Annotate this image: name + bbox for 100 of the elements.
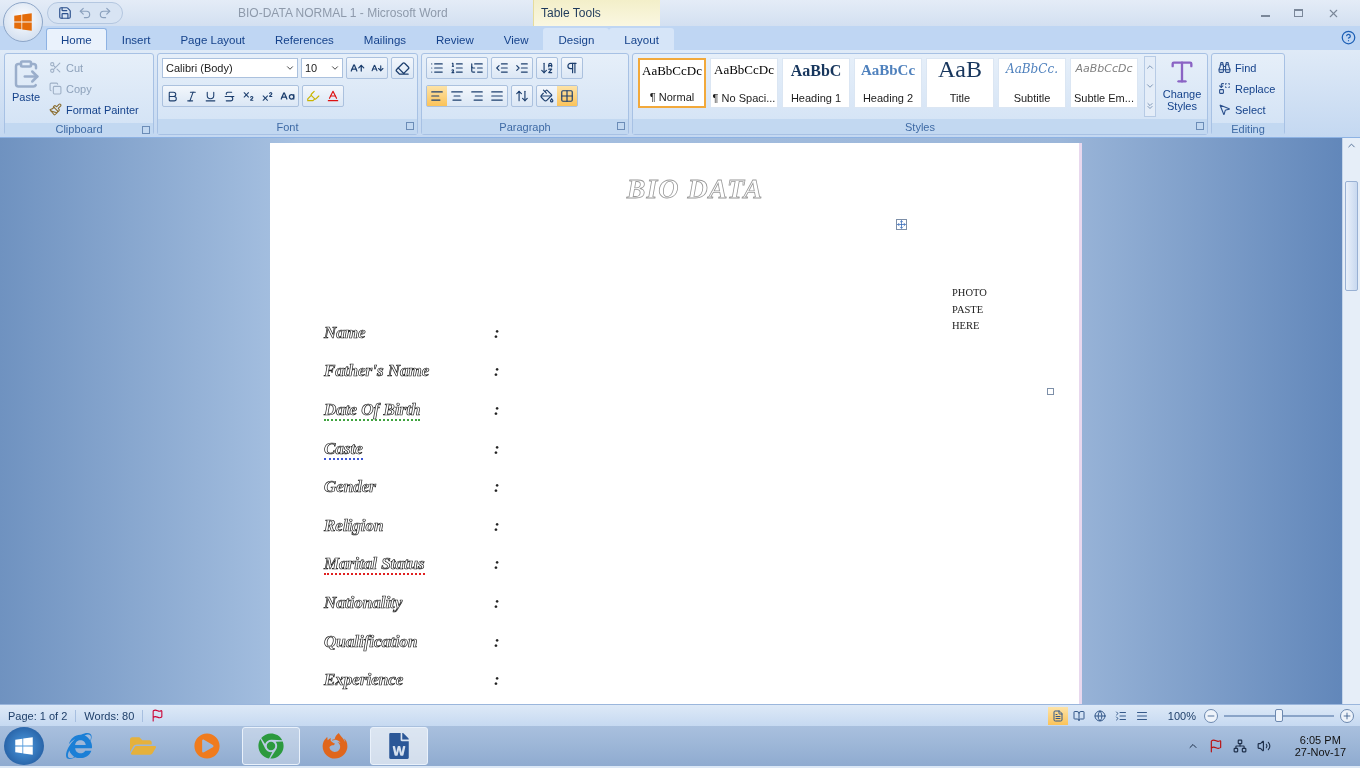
page-count: Page: 1 of 2 (0, 709, 77, 722)
vertical-scrollbar[interactable] (1342, 138, 1360, 704)
line-spacing-button[interactable] (511, 85, 533, 107)
editing-command[interactable]: Replace (1216, 78, 1278, 99)
group-label: Editing (1231, 123, 1265, 135)
table-move-handle[interactable] (896, 219, 907, 230)
field-label: Name (324, 322, 366, 343)
underline-icon (204, 89, 217, 103)
field-separator: : (494, 670, 500, 691)
font-size-field[interactable]: 10 (301, 58, 343, 78)
undo-icon (78, 6, 92, 20)
field-label: Marital Status (324, 554, 425, 575)
font-size-value: 10 (305, 62, 318, 74)
italic-icon (185, 89, 198, 103)
field-label: Nationality (324, 592, 403, 613)
ribbon-tab[interactable]: Page Layout (165, 28, 261, 50)
subscript-icon (242, 89, 255, 103)
save-icon (58, 6, 72, 20)
ribbon-tab[interactable]: Mailings (348, 28, 422, 50)
table-resize-handle[interactable] (1047, 388, 1054, 395)
style-name: Title (949, 92, 971, 104)
editing-command[interactable]: Find (1216, 57, 1278, 78)
show-marks-button[interactable] (561, 57, 583, 79)
taskbar-app-button[interactable] (370, 727, 428, 765)
start-button[interactable] (4, 727, 44, 765)
firefox-icon (322, 733, 348, 759)
clock[interactable]: 6:05 PM 27-Nov-17 (1294, 734, 1346, 758)
align-center-icon (450, 89, 464, 103)
style-tile[interactable]: AaBbCcDc Subtle Em... (1070, 58, 1138, 108)
restore-button[interactable] (1294, 9, 1303, 17)
ribbon-tab[interactable]: Home (46, 28, 107, 50)
sort-icon (540, 61, 554, 75)
style-name: Heading 1 (790, 92, 842, 104)
paste-button[interactable]: Paste (9, 57, 43, 120)
sort-button[interactable] (536, 57, 558, 79)
taskbar-app-button[interactable] (242, 727, 300, 765)
chrome-icon (258, 733, 284, 759)
binoculars-icon (1218, 61, 1231, 74)
align-right-icon (470, 89, 484, 103)
flag-icon (1208, 739, 1223, 753)
field-separator: : (494, 477, 500, 498)
office-button[interactable] (3, 2, 43, 42)
document-title: BIO DATA (625, 173, 765, 205)
ribbon-tab[interactable]: Layout (609, 28, 674, 50)
field-label: Qualification (324, 631, 418, 652)
help-icon (1341, 30, 1356, 45)
change-styles-button[interactable]: Change Styles (1160, 56, 1204, 117)
redo-icon (98, 6, 112, 20)
more-icon (1145, 101, 1155, 112)
zoom-out-button[interactable] (1204, 708, 1218, 723)
strikethrough-icon (223, 89, 236, 103)
pointer-icon (1218, 103, 1231, 116)
replace-icon (1218, 82, 1231, 95)
style-tile[interactable]: AaBbCc Heading 2 (854, 58, 922, 108)
style-tile[interactable]: AaBbCc. Subtitle (998, 58, 1066, 108)
network-icon (1232, 739, 1247, 753)
align-button[interactable] (427, 86, 447, 106)
superscript-icon (261, 89, 274, 103)
group-label: Font (276, 120, 299, 133)
font-color-icon (326, 89, 340, 103)
paint-bucket-icon (540, 89, 554, 103)
ribbon-tab[interactable]: Review (421, 28, 489, 50)
font-name-field[interactable]: Calibri (Body) (162, 58, 298, 78)
group-label: Styles (905, 120, 935, 133)
clipboard-command[interactable]: Format Painter (47, 99, 141, 120)
proofing-icon (151, 709, 165, 722)
group-label: Clipboard (55, 123, 103, 135)
highlighter-icon (306, 89, 320, 103)
ribbon-tab[interactable]: Design (543, 28, 610, 50)
book-icon (1072, 709, 1085, 722)
style-name: Heading 2 (862, 92, 914, 104)
style-tile[interactable]: AaBbC Heading 1 (782, 58, 850, 108)
plus-icon (1342, 710, 1352, 721)
font-name-value: Calibri (Body) (166, 62, 233, 74)
window-title: BIO-DATA NORMAL 1 - Microsoft Word (238, 6, 448, 20)
style-preview: AaBbCcDc (642, 64, 702, 77)
word-count: Words: 80 (76, 709, 144, 722)
ribbon-tab[interactable]: View (488, 28, 544, 50)
word-icon (386, 733, 412, 759)
field-separator: : (494, 322, 500, 343)
style-tile[interactable]: AaBbCcDc ¶ No Spaci... (710, 58, 778, 108)
editing-command[interactable]: Select (1216, 99, 1278, 120)
clear-formatting-button[interactable] (391, 57, 414, 79)
ribbon-tab[interactable]: Insert (106, 28, 166, 50)
zoom-slider-thumb[interactable] (1275, 708, 1283, 722)
zoom-in-button[interactable] (1340, 708, 1354, 723)
style-tile[interactable]: AaBbCcDc ¶ Normal (638, 58, 706, 108)
style-tile[interactable]: AaB Title (926, 58, 994, 108)
justify-icon (490, 89, 504, 103)
borders-button[interactable] (557, 86, 577, 106)
save-button[interactable] (58, 6, 72, 20)
windows-logo-icon (14, 736, 34, 756)
increase-indent-icon (515, 61, 529, 75)
group-label: Paragraph (499, 120, 551, 133)
scroll-thumb[interactable] (1345, 181, 1358, 291)
ribbon-tab[interactable]: References (260, 28, 349, 50)
view-button[interactable] (1047, 706, 1068, 725)
field-label: Father's Name (324, 361, 430, 382)
caret-icon (330, 63, 340, 73)
style-name: ¶ Normal (649, 91, 695, 103)
